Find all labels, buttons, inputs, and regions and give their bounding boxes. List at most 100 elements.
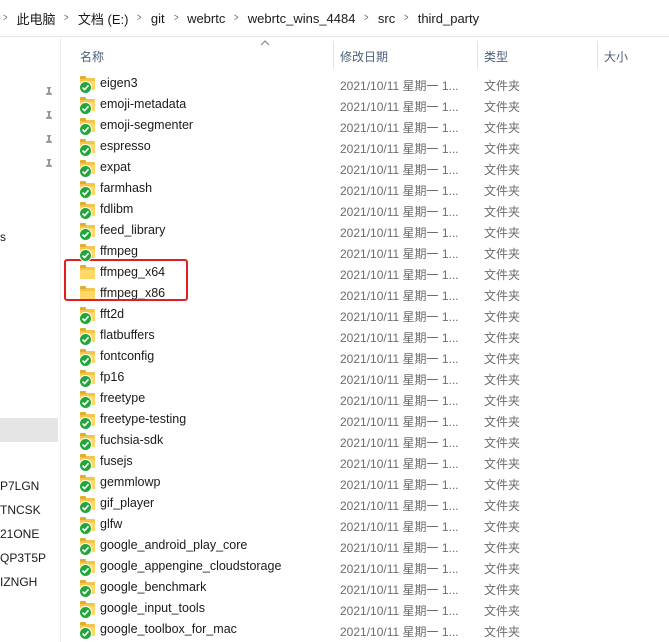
sync-check-icon xyxy=(79,144,92,157)
file-row[interactable]: gemmlowp 2021/10/11 星期一 1... 文件夹 xyxy=(61,472,669,493)
breadcrumb-item-drive-e[interactable]: 文档 (E:) xyxy=(74,9,133,28)
nav-selected-item[interactable] xyxy=(0,418,58,442)
sync-check-icon xyxy=(79,312,92,325)
sync-check-icon xyxy=(79,543,92,556)
nav-item-label[interactable]: QP3T5P xyxy=(0,551,46,565)
file-row[interactable]: gif_player 2021/10/11 星期一 1... 文件夹 xyxy=(61,493,669,514)
file-name: google_toolbox_for_mac xyxy=(100,622,237,636)
file-type: 文件夹 xyxy=(484,289,521,303)
column-name-header[interactable]: 名称 xyxy=(80,48,104,65)
file-row[interactable]: espresso 2021/10/11 星期一 1... 文件夹 xyxy=(61,136,669,157)
file-modified-date: 2021/10/11 星期一 1... xyxy=(340,604,459,618)
file-row[interactable]: fp16 2021/10/11 星期一 1... 文件夹 xyxy=(61,367,669,388)
file-name: google_input_tools xyxy=(100,601,205,615)
file-modified-date: 2021/10/11 星期一 1... xyxy=(340,499,459,513)
folder-icon xyxy=(79,160,96,178)
file-row[interactable]: freetype 2021/10/11 星期一 1... 文件夹 xyxy=(61,388,669,409)
chevron-right-icon[interactable] xyxy=(132,12,146,24)
file-modified-date: 2021/10/11 星期一 1... xyxy=(340,415,459,429)
file-row[interactable]: ffmpeg_x86 2021/10/11 星期一 1... 文件夹 xyxy=(61,283,669,304)
sync-check-icon xyxy=(79,207,92,220)
file-row[interactable]: fontconfig 2021/10/11 星期一 1... 文件夹 xyxy=(61,346,669,367)
file-row[interactable]: expat 2021/10/11 星期一 1... 文件夹 xyxy=(61,157,669,178)
file-row[interactable]: google_appengine_cloudstorage 2021/10/11 … xyxy=(61,556,669,577)
column-separator[interactable] xyxy=(597,41,598,69)
file-name: google_appengine_cloudstorage xyxy=(100,559,282,573)
file-type: 文件夹 xyxy=(484,394,521,408)
folder-icon xyxy=(79,223,96,241)
file-row[interactable]: fft2d 2021/10/11 星期一 1... 文件夹 xyxy=(61,304,669,325)
breadcrumb-item-webrtc[interactable]: webrtc xyxy=(183,11,229,26)
nav-item-label[interactable]: IZNGH xyxy=(0,575,37,589)
file-name: espresso xyxy=(100,139,151,153)
nav-item-label[interactable]: s xyxy=(0,230,6,244)
file-row[interactable]: fuchsia-sdk 2021/10/11 星期一 1... 文件夹 xyxy=(61,430,669,451)
column-separator[interactable] xyxy=(333,41,334,69)
sync-check-icon xyxy=(79,522,92,535)
file-row[interactable]: farmhash 2021/10/11 星期一 1... 文件夹 xyxy=(61,178,669,199)
file-row[interactable]: google_input_tools 2021/10/11 星期一 1... 文件夹 xyxy=(61,598,669,619)
file-name: ffmpeg xyxy=(100,244,138,258)
file-row[interactable]: eigen3 2021/10/11 星期一 1... 文件夹 xyxy=(61,73,669,94)
folder-icon xyxy=(79,181,96,199)
chevron-right-icon[interactable] xyxy=(359,12,373,24)
breadcrumb-item-webrtc-wins[interactable]: webrtc_wins_4484 xyxy=(244,11,360,26)
file-row[interactable]: glfw 2021/10/11 星期一 1... 文件夹 xyxy=(61,514,669,535)
file-type: 文件夹 xyxy=(484,142,521,156)
column-separator[interactable] xyxy=(477,41,478,69)
file-row[interactable]: fdlibm 2021/10/11 星期一 1... 文件夹 xyxy=(61,199,669,220)
file-row[interactable]: google_toolbox_for_mac 2021/10/11 星期一 1..… xyxy=(61,619,669,640)
sync-check-icon xyxy=(79,438,92,451)
chevron-right-icon[interactable] xyxy=(59,12,73,24)
chevron-right-icon[interactable] xyxy=(229,12,243,24)
nav-item-label[interactable]: TNCSK xyxy=(0,503,41,517)
file-modified-date: 2021/10/11 星期一 1... xyxy=(340,163,459,177)
file-row[interactable]: ffmpeg_x64 2021/10/11 星期一 1... 文件夹 xyxy=(61,262,669,283)
column-size-header[interactable]: 大小 xyxy=(604,48,628,65)
file-modified-date: 2021/10/11 星期一 1... xyxy=(340,625,459,639)
sync-check-icon xyxy=(79,102,92,115)
file-type: 文件夹 xyxy=(484,268,521,282)
navigation-pane[interactable]: s P7LGN TNCSK 21ONE QP3T5P IZNGH xyxy=(0,37,58,642)
file-type: 文件夹 xyxy=(484,520,521,534)
chevron-right-icon[interactable] xyxy=(0,12,12,24)
file-row[interactable]: google_benchmark 2021/10/11 星期一 1... 文件夹 xyxy=(61,577,669,598)
chevron-right-icon[interactable] xyxy=(169,12,183,24)
folder-icon xyxy=(79,139,96,157)
file-name: ffmpeg_x64 xyxy=(100,265,166,279)
file-type: 文件夹 xyxy=(484,457,521,471)
sync-check-icon xyxy=(79,501,92,514)
file-row[interactable]: flatbuffers 2021/10/11 星期一 1... 文件夹 xyxy=(61,325,669,346)
file-modified-date: 2021/10/11 星期一 1... xyxy=(340,289,459,303)
column-date-header[interactable]: 修改日期 xyxy=(340,48,388,65)
file-row[interactable]: fusejs 2021/10/11 星期一 1... 文件夹 xyxy=(61,451,669,472)
file-name: freetype xyxy=(100,391,146,405)
file-row[interactable]: emoji-metadata 2021/10/11 星期一 1... 文件夹 xyxy=(61,94,669,115)
file-type: 文件夹 xyxy=(484,541,521,555)
sync-check-icon xyxy=(79,123,92,136)
file-row[interactable]: ffmpeg 2021/10/11 星期一 1... 文件夹 xyxy=(61,241,669,262)
file-name: gif_player xyxy=(100,496,155,510)
breadcrumb-item-third-party[interactable]: third_party xyxy=(414,11,483,26)
folder-icon xyxy=(79,601,96,619)
nav-item-label[interactable]: 21ONE xyxy=(0,527,39,541)
file-row[interactable]: google_android_play_core 2021/10/11 星期一 1… xyxy=(61,535,669,556)
file-row[interactable]: emoji-segmenter 2021/10/11 星期一 1... 文件夹 xyxy=(61,115,669,136)
file-name: expat xyxy=(100,160,131,174)
sync-check-icon xyxy=(79,396,92,409)
file-row[interactable]: freetype-testing 2021/10/11 星期一 1... 文件夹 xyxy=(61,409,669,430)
folder-icon xyxy=(79,244,96,262)
breadcrumb-item-git[interactable]: git xyxy=(147,11,169,26)
nav-item-label[interactable]: P7LGN xyxy=(0,479,39,493)
column-type-header[interactable]: 类型 xyxy=(484,48,508,65)
file-name: gemmlowp xyxy=(100,475,161,489)
sync-check-icon xyxy=(79,375,92,388)
sort-ascending-icon xyxy=(260,38,270,49)
file-name: google_benchmark xyxy=(100,580,207,594)
file-row[interactable]: feed_library 2021/10/11 星期一 1... 文件夹 xyxy=(61,220,669,241)
breadcrumb-item-this-pc[interactable]: 此电脑 xyxy=(12,9,59,28)
address-bar[interactable]: 此电脑 文档 (E:) git webrtc webrtc_wins_4484 … xyxy=(0,0,669,37)
breadcrumb-item-src[interactable]: src xyxy=(374,11,399,26)
chevron-right-icon[interactable] xyxy=(399,12,413,24)
pin-icon xyxy=(44,87,54,99)
